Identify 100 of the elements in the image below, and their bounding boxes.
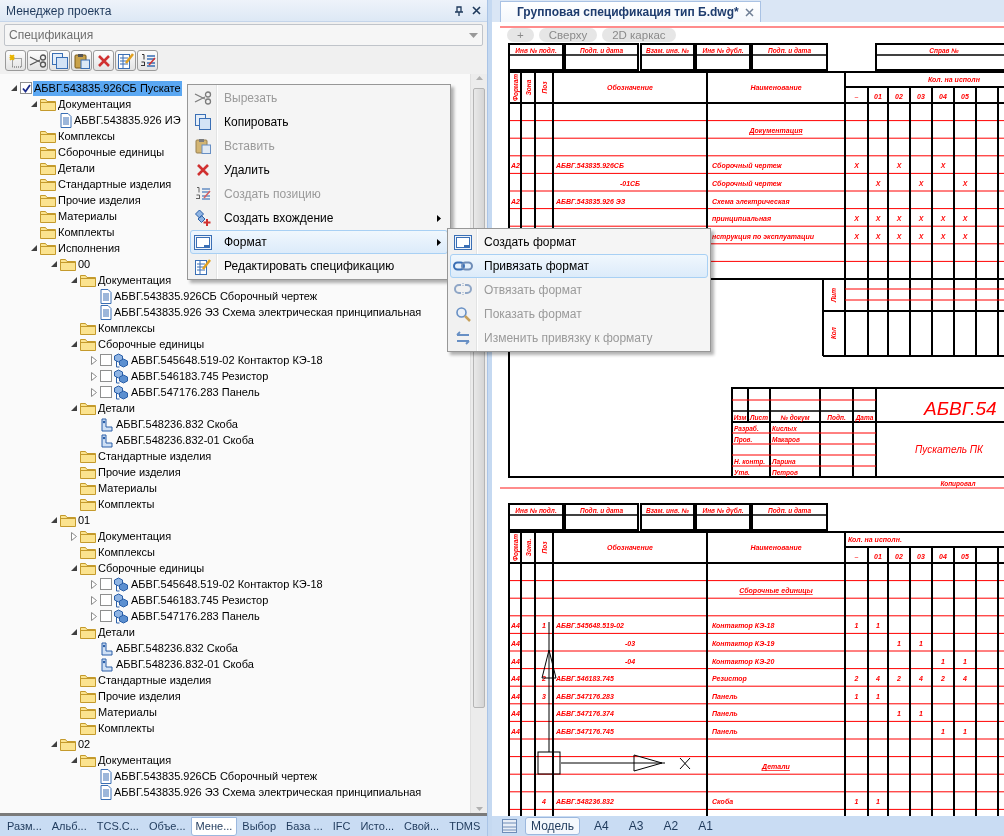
tree-item[interactable]: Документация [97,752,173,768]
panel-tab[interactable]: Выбор [237,816,282,836]
expand-toggle[interactable] [50,740,58,748]
tree-item[interactable]: Стандартные изделия [57,176,173,192]
tree-item[interactable]: Материалы [97,480,158,496]
tree-item[interactable]: АБВГ.543835.926СБ Сборочный чертеж [113,288,319,304]
tree-item[interactable]: Комплексы [97,544,156,560]
panel-tab[interactable]: Мене... [190,816,238,836]
expand-toggle[interactable] [30,100,38,108]
tree-item[interactable]: Комплексы [57,128,116,144]
expand-toggle[interactable] [91,371,97,381]
tree-item[interactable]: Документация [97,272,173,288]
layout-tab[interactable]: A3 [622,817,650,835]
tree-item[interactable]: АБВГ.548236.832 Скоба [115,416,239,432]
panel-tab[interactable]: База ... [281,816,328,836]
tree-item[interactable]: Материалы [57,208,118,224]
tree-item[interactable]: Комплексы [97,320,156,336]
tree-item[interactable]: АБВГ.548236.832-01 Скоба [115,656,255,672]
expand-toggle[interactable] [70,340,78,348]
layout-tab[interactable]: Модель [525,817,581,835]
layout-tab[interactable]: A1 [692,817,719,835]
tree-item[interactable]: Сборочные единицы [97,560,206,576]
toolbar-button[interactable] [49,50,70,71]
tree-item[interactable]: Прочие изделия [97,464,182,480]
tree-item[interactable]: АБВГ.543835.926 ЭЗ Схема электрическая принципиальная [113,304,423,320]
tree-item[interactable]: Комплекты [97,496,156,512]
tree-item[interactable]: Сборочные единицы [57,144,166,160]
toolbar-button[interactable] [27,50,48,71]
document-tab[interactable]: Групповая спецификация тип Б.dwg* [500,1,761,22]
panel-tab[interactable]: TDMS [444,816,486,836]
tree-item[interactable]: АБВГ.548236.832-01 Скоба [115,432,255,448]
menu-item[interactable]: Удалить [190,158,448,182]
tree-item[interactable]: АБВГ.543835.926 ИЭ [73,112,182,128]
menu-item[interactable]: Создать вхождение [190,206,448,230]
panel-tab[interactable]: TCS.С... [91,816,144,836]
tree-item[interactable]: АБВГ.543835.926СБ Сборочный чертеж [113,768,319,784]
expand-toggle[interactable] [30,244,38,252]
checkbox[interactable] [100,610,112,622]
expand-toggle[interactable] [50,260,58,268]
expand-toggle[interactable] [50,516,58,524]
checkbox[interactable] [20,82,32,94]
checkbox[interactable] [100,594,112,606]
expand-toggle[interactable] [71,531,77,541]
toolbar-button[interactable] [71,50,92,71]
tree-item[interactable]: АБВГ.546183.745 Резистор [130,368,270,384]
tree-item[interactable]: АБВГ.547176.283 Панель [130,608,261,624]
tree-item[interactable]: Исполнения [57,240,122,256]
tree-item[interactable]: АБВГ.546183.745 Резистор [130,592,270,608]
tree-item[interactable]: 02 [77,736,92,752]
tree-item[interactable]: Детали [97,624,136,640]
tree-item[interactable]: АБВГ.545648.519-02 Контактор КЭ-18 [130,576,324,592]
tree-item[interactable]: АБВГ.547176.283 Панель [130,384,261,400]
menu-item[interactable]: Копировать [190,110,448,134]
menu-item[interactable]: Привязать формат [450,254,708,278]
expand-toggle[interactable] [70,404,78,412]
menu-item[interactable]: Создать формат [450,230,708,254]
tree-item[interactable]: Документация [97,528,173,544]
expand-toggle[interactable] [91,387,97,397]
checkbox[interactable] [100,370,112,382]
tree-item[interactable]: Комплекты [57,224,116,240]
panel-tab[interactable]: Разм... [2,816,47,836]
panel-tab[interactable]: Исто... [355,816,400,836]
tree-item[interactable]: 00 [77,256,92,272]
pin-icon[interactable] [455,5,463,16]
tree-item[interactable]: АБВГ.545648.519-02 Контактор КЭ-18 [130,352,324,368]
expand-toggle[interactable] [91,611,97,621]
expand-toggle[interactable] [70,276,78,284]
checkbox[interactable] [100,386,112,398]
expand-toggle[interactable] [70,756,78,764]
tree-item[interactable]: Прочие изделия [97,688,182,704]
tree-item[interactable]: 01 [77,512,92,528]
tree-item[interactable]: Детали [97,400,136,416]
panel-tab[interactable]: Объе... [143,816,191,836]
tree-item[interactable]: АБВГ.543835.926СБ Пускате [33,80,182,96]
expand-toggle[interactable] [70,564,78,572]
expand-toggle[interactable] [91,595,97,605]
tree-item[interactable]: Сборочные единицы [97,336,206,352]
layout-tab[interactable]: A4 [588,817,615,835]
tree-item[interactable]: Материалы [97,704,158,720]
tree-item[interactable]: Прочие изделия [57,192,142,208]
menu-item[interactable]: Формат [190,230,448,254]
panel-tab[interactable]: Альб... [46,816,92,836]
tree-item[interactable]: АБВГ.548236.832 Скоба [115,640,239,656]
tree-item[interactable]: АБВГ.543835.926 ЭЗ Схема электрическая принципиальная [113,784,423,800]
expand-toggle[interactable] [10,84,18,92]
tree-item[interactable]: Комплекты [97,720,156,736]
checkbox[interactable] [100,578,112,590]
tree-item[interactable]: Стандартные изделия [97,672,213,688]
menu-item[interactable]: Редактировать спецификацию [190,254,448,278]
expand-toggle[interactable] [70,628,78,636]
layout-tab[interactable]: A2 [657,817,685,835]
panel-tab[interactable]: Свой... [399,816,445,836]
layout-icon[interactable] [502,819,517,833]
panel-tab[interactable]: IFC [327,816,356,836]
expand-toggle[interactable] [91,579,97,589]
close-icon[interactable] [472,6,481,15]
tree-item[interactable]: Документация [57,96,133,112]
toolbar-button[interactable] [115,50,136,71]
toolbar-button[interactable] [137,50,158,71]
tree-item[interactable]: Детали [57,160,96,176]
